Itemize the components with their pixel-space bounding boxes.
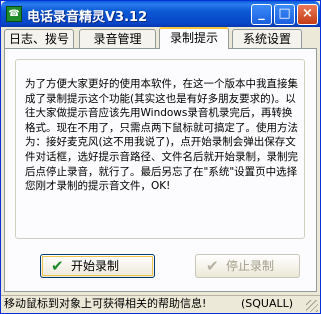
title-bar[interactable]: ☎ 电话录音精灵V3.12 _ □ ×	[1, 1, 320, 27]
window-title: 电话录音精灵V3.12	[27, 10, 148, 25]
app-window: ☎ 电话录音精灵V3.12 _ □ × 日志、拨号 录音管理 录制提示 系统设置…	[0, 0, 321, 314]
app-icon[interactable]: ☎	[6, 6, 22, 22]
check-icon: ✔	[206, 257, 219, 275]
stop-recording-label: 停止录制	[226, 259, 275, 273]
check-icon: ✔	[51, 257, 64, 275]
tab-record-prompt[interactable]: 录制提示	[159, 27, 229, 49]
status-bar: 移动鼠标到对象上可获得相关的帮助信息! (SQUALL)	[1, 295, 320, 313]
tab-log-dial[interactable]: 日志、拨号	[4, 29, 74, 48]
tab-panel: 为了方便大家更好的使用本软件，在这一个版本中我直接集成了录制提示这个功能(其实这…	[4, 48, 317, 292]
start-recording-button[interactable]: ✔ 开始录制	[40, 254, 155, 278]
stop-recording-button[interactable]: ✔ 停止录制	[195, 254, 300, 278]
minimize-button[interactable]: _	[251, 4, 272, 25]
close-button[interactable]: ×	[297, 4, 318, 25]
resize-grip[interactable]	[306, 300, 318, 312]
status-message: 移动鼠标到对象上可获得相关的帮助信息!	[4, 297, 207, 310]
tab-strip: 日志、拨号 录音管理 录制提示 系统设置	[4, 27, 317, 49]
start-recording-label: 开始录制	[71, 259, 120, 273]
tab-system-settings[interactable]: 系统设置	[232, 29, 302, 48]
instructions-text: 为了方便大家更好的使用本软件，在这一个版本中我直接集成了录制提示这个功能(其实这…	[25, 78, 298, 193]
instructions-groupbox: 为了方便大家更好的使用本软件，在这一个版本中我直接集成了录制提示这个功能(其实这…	[15, 59, 305, 239]
maximize-button[interactable]: □	[274, 4, 295, 25]
tab-recording-manager[interactable]: 录音管理	[79, 29, 156, 48]
status-credit: (SQUALL)	[241, 297, 294, 310]
